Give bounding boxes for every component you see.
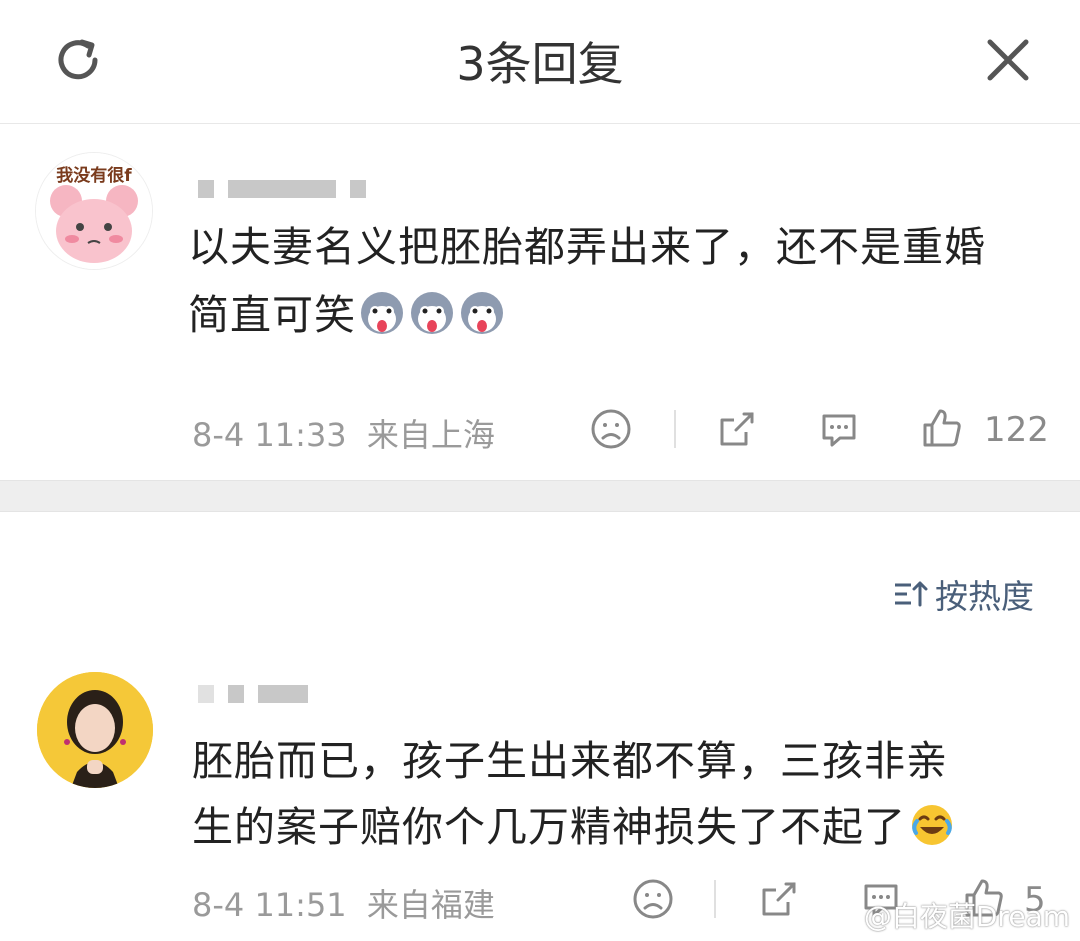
girl-avatar-icon [37, 672, 153, 788]
reply-time: 8-4 11:51 [192, 886, 347, 924]
reply-dislike-button[interactable] [630, 876, 676, 922]
page-title: 3条回复 [456, 37, 624, 91]
divider [714, 880, 716, 918]
sad-face-icon [591, 409, 631, 449]
sort-label: 按热度 [935, 577, 1034, 616]
reply-text: 胚胎而已，孩子生出来都不算，三孩非亲 [192, 737, 948, 785]
comment-icon [822, 414, 856, 447]
comment-meta: 8-4 11:33 来自上海 [192, 410, 495, 456]
watermark: @白夜菌Dream [863, 900, 1070, 933]
husky-emoji-icon [461, 292, 503, 334]
divider [674, 410, 676, 448]
username-redacted[interactable] [198, 180, 366, 198]
thumbs-up-icon [923, 409, 961, 447]
header: 3条回复 [0, 0, 1080, 124]
section-divider [0, 480, 1080, 512]
reply-avatar[interactable] [37, 672, 153, 788]
sad-face-icon [633, 879, 673, 919]
laugh-cry-emoji-icon [912, 805, 952, 845]
reply-username-redacted[interactable] [198, 685, 308, 703]
reply-meta: 8-4 11:51 来自福建 [192, 880, 495, 926]
close-icon [987, 39, 1029, 81]
reply-button[interactable] [816, 406, 862, 452]
reply-share-button[interactable] [756, 876, 802, 922]
avatar[interactable]: 我没有很f [35, 152, 153, 270]
reply-location: 来自福建 [366, 886, 495, 924]
reply-text-line2: 生的案子赔你个几万精神损失了不起了 [192, 798, 956, 856]
husky-emoji-icon [411, 292, 453, 334]
like-count: 122 [984, 410, 1049, 450]
share-button[interactable] [714, 406, 760, 452]
sort-icon [895, 581, 928, 607]
comment-location: 来自上海 [366, 416, 495, 454]
comment-time: 8-4 11:33 [192, 416, 347, 454]
close-button[interactable] [978, 30, 1038, 90]
avatar-caption: 我没有很f [56, 166, 132, 186]
dislike-button[interactable] [588, 406, 634, 452]
sort-toggle[interactable]: 按热度 [893, 570, 1034, 618]
share-icon [720, 412, 754, 446]
share-icon [762, 882, 796, 916]
comment-text: 以夫妻名义把胚胎都弄出来了，还不是重婚 [188, 223, 986, 271]
like-button[interactable] [918, 404, 966, 452]
husky-emoji-icon [361, 292, 403, 334]
comment-text-line2: 简直可笑 [188, 286, 506, 344]
